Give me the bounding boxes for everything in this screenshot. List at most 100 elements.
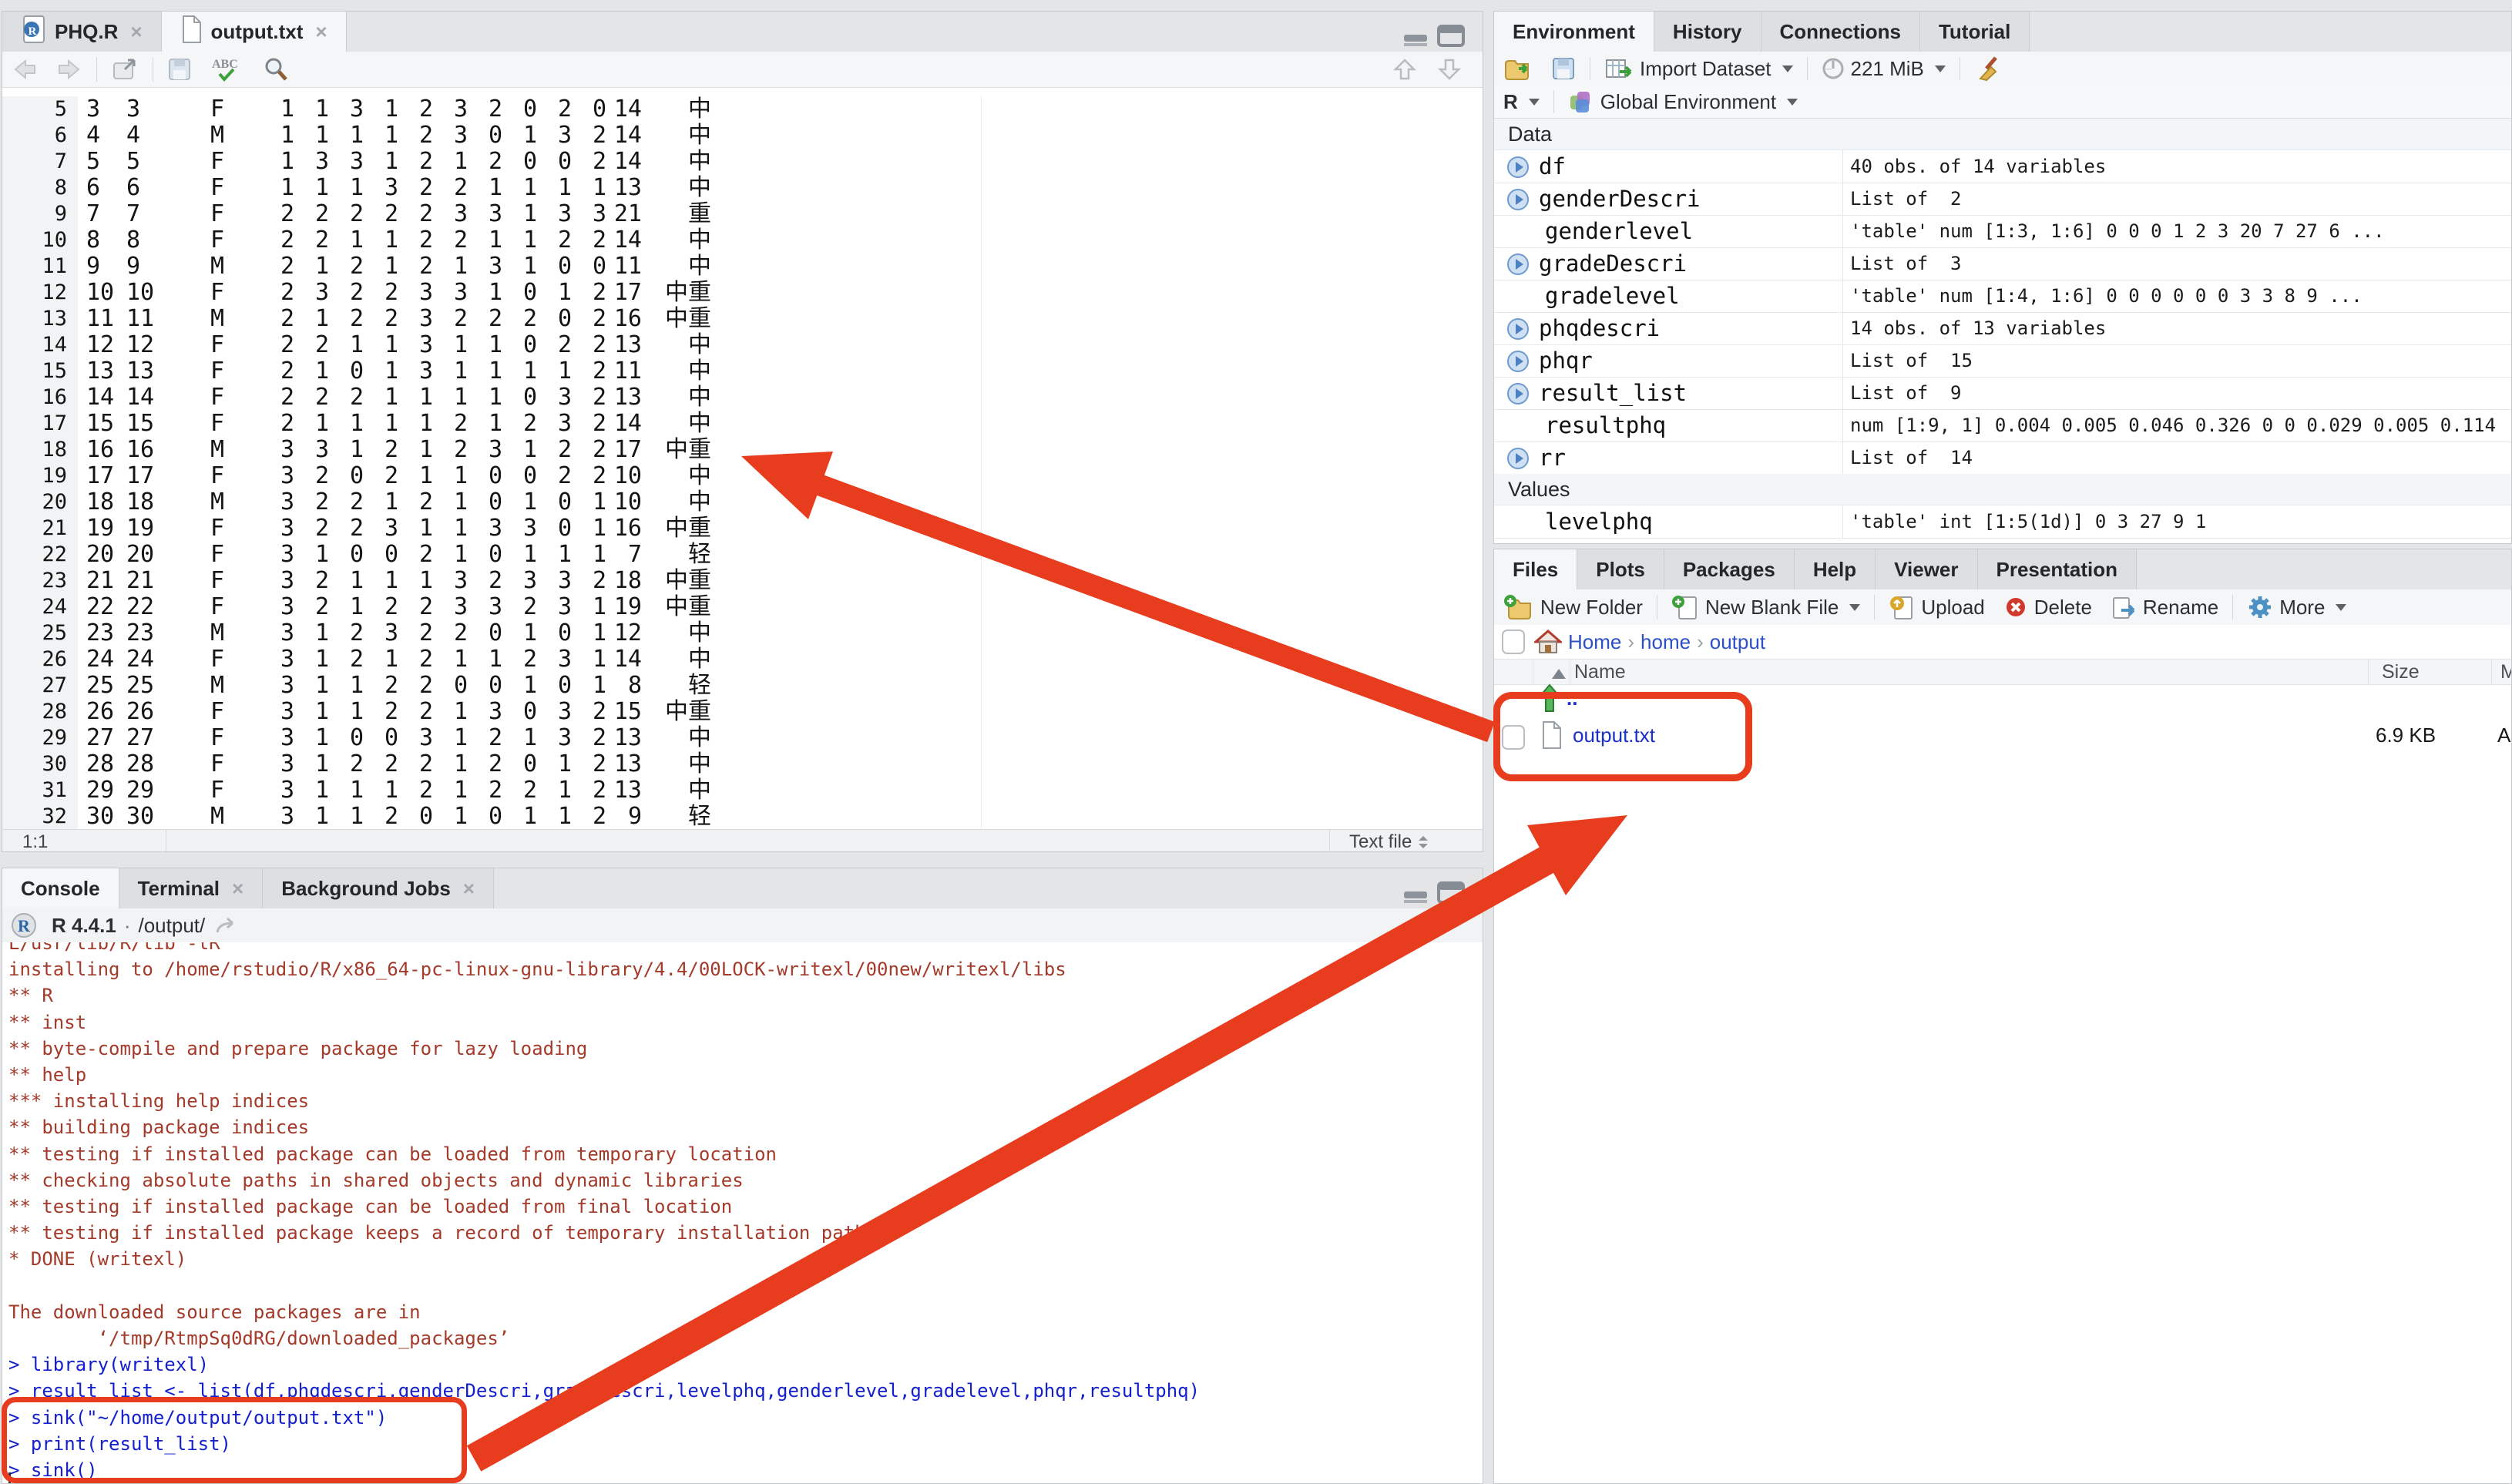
tab-background-jobs[interactable]: Background Jobs× [263, 868, 494, 908]
expand-icon[interactable] [1506, 382, 1530, 411]
select-all-checkbox[interactable] [1502, 630, 1525, 654]
environment-object-gradelevel[interactable]: gradelevel'table' num [1:4, 1:6] 0 0 0 0… [1494, 280, 2511, 313]
expand-icon[interactable] [1506, 188, 1530, 217]
expand-icon[interactable] [1506, 156, 1530, 184]
environment-object-result_list[interactable]: result_listList of 9 [1494, 377, 2511, 410]
tab-label: Presentation [1997, 558, 2118, 582]
back-icon[interactable] [2, 52, 47, 87]
editor-text-area[interactable]: 533F113123202014中644M111123013214中755F13… [2, 96, 1483, 842]
cell-level: 轻 [646, 673, 711, 699]
environment-object-genderDescri[interactable]: genderDescriList of 2 [1494, 183, 2511, 216]
find-icon[interactable] [254, 52, 298, 87]
cell-id2: 25 [126, 673, 154, 699]
cell-q9: 0 [558, 620, 572, 646]
tab-viewer[interactable]: Viewer [1876, 549, 1977, 589]
cell-q5: 3 [419, 332, 433, 358]
tab-terminal[interactable]: Terminal× [119, 868, 264, 908]
tab-label: Packages [1683, 558, 1775, 582]
file-type-selector[interactable]: Text file [1349, 831, 1429, 852]
expand-icon[interactable] [1506, 317, 1530, 346]
cell-q2: 1 [315, 725, 329, 751]
environment-object-df[interactable]: df40 obs. of 14 variables [1494, 150, 2511, 183]
tab-plots[interactable]: Plots [1577, 549, 1664, 589]
close-tab-icon[interactable]: × [130, 20, 142, 44]
save-icon[interactable] [158, 52, 201, 87]
expand-icon[interactable] [1506, 350, 1530, 378]
cell-q1: 3 [280, 542, 294, 568]
breadcrumb-home2[interactable]: home [1641, 630, 1691, 653]
maximize-icon[interactable] [1436, 24, 1466, 51]
new-blank-file-button[interactable]: New Blank File [1662, 589, 1869, 625]
close-tab-icon[interactable]: × [315, 20, 327, 44]
maximize-icon[interactable] [1436, 881, 1466, 908]
spellcheck-icon[interactable]: ABC [201, 52, 254, 87]
more-button[interactable]: More [2238, 589, 2356, 625]
tab-connections[interactable]: Connections [1761, 12, 1920, 52]
tab-presentation[interactable]: Presentation [1978, 549, 2138, 589]
expand-icon[interactable] [1506, 253, 1530, 281]
cell-q6: 1 [454, 489, 468, 515]
cell-q8: 1 [523, 175, 537, 201]
memory-usage-button[interactable]: 221 MiB [1812, 52, 1955, 86]
global-environment-selector[interactable]: Global Environment [1559, 86, 1807, 118]
cell-id1: 3 [86, 96, 100, 123]
close-tab-icon[interactable]: × [463, 877, 475, 901]
tab-help[interactable]: Help [1795, 549, 1876, 589]
import-dataset-button[interactable]: Import Dataset [1595, 52, 1802, 86]
cell-q1: 2 [280, 306, 294, 332]
cell-level: 中 [646, 777, 711, 804]
tab-files[interactable]: Files [1494, 549, 1577, 590]
tab-output-txt[interactable]: output.txt× [162, 12, 347, 52]
clear-objects-broom-icon[interactable] [1965, 52, 2011, 86]
tab-environment[interactable]: Environment [1494, 12, 1654, 52]
cell-q3: 0 [350, 463, 364, 489]
cell-q8: 1 [523, 542, 537, 568]
minimize-icon[interactable] [1402, 884, 1429, 908]
environment-object-resultphq[interactable]: resultphqnum [1:9, 1] 0.004 0.005 0.046 … [1494, 409, 2511, 442]
column-modified[interactable]: M [2500, 661, 2512, 683]
save-workspace-icon[interactable] [1542, 52, 1585, 86]
tab-history[interactable]: History [1654, 12, 1761, 52]
expand-icon[interactable] [1506, 447, 1530, 475]
column-size[interactable]: Size [2382, 661, 2420, 683]
environment-object-gradeDescri[interactable]: gradeDescriList of 3 [1494, 247, 2511, 280]
text-file-icon [180, 15, 203, 49]
column-name[interactable]: Name [1574, 661, 1626, 683]
tab-console[interactable]: Console [2, 868, 119, 909]
environment-tabbar: EnvironmentHistoryConnectionsTutorial [1494, 12, 2511, 52]
cell-q3: 3 [350, 149, 364, 175]
scroll-down-icon[interactable] [1427, 52, 1472, 87]
cell-q5: 3 [419, 358, 433, 384]
object-value: List of 2 [1850, 183, 1962, 215]
cell-q7: 0 [489, 620, 502, 646]
language-selector[interactable]: R [1494, 86, 1549, 118]
cell-q8: 1 [523, 489, 537, 515]
rename-button[interactable]: Rename [2101, 589, 2228, 625]
tab-packages[interactable]: Packages [1664, 549, 1795, 589]
tab-tutorial[interactable]: Tutorial [1920, 12, 2030, 52]
environment-object-phqdescri[interactable]: phqdescri14 obs. of 13 variables [1494, 312, 2511, 345]
highlight-box-sink-commands [2, 1397, 467, 1483]
environment-object-phqr[interactable]: phqrList of 15 [1494, 344, 2511, 378]
line-number: 10 [2, 227, 67, 253]
new-folder-button[interactable]: New Folder [1494, 589, 1652, 625]
object-value: 'table' num [1:3, 1:6] 0 0 0 1 2 3 20 7 … [1850, 215, 2385, 247]
show-in-new-window-icon[interactable] [102, 52, 148, 87]
open-directory-icon[interactable] [214, 915, 237, 935]
scroll-up-icon[interactable] [1382, 52, 1427, 87]
forward-icon[interactable] [47, 52, 92, 87]
environment-object-levelphq[interactable]: levelphq'table' int [1:5(1d)] 0 3 27 9 1 [1494, 505, 2511, 539]
close-tab-icon[interactable]: × [232, 877, 243, 901]
breadcrumb-output[interactable]: output [1710, 630, 1765, 653]
minimize-icon[interactable] [1402, 27, 1429, 51]
load-workspace-icon[interactable] [1494, 52, 1542, 86]
tab-phq-r[interactable]: RPHQ.R× [2, 12, 162, 52]
environment-object-genderlevel[interactable]: genderlevel'table' num [1:3, 1:6] 0 0 0 … [1494, 215, 2511, 248]
cell-level: 中 [646, 646, 711, 673]
delete-button[interactable]: Delete [1994, 589, 2101, 625]
environment-object-rr[interactable]: rrList of 14 [1494, 442, 2511, 475]
line-number: 32 [2, 804, 67, 830]
breadcrumb-home[interactable]: Home [1568, 630, 1621, 653]
upload-button[interactable]: Upload [1879, 589, 1993, 625]
console-command: > library(writexl) [8, 1351, 209, 1378]
